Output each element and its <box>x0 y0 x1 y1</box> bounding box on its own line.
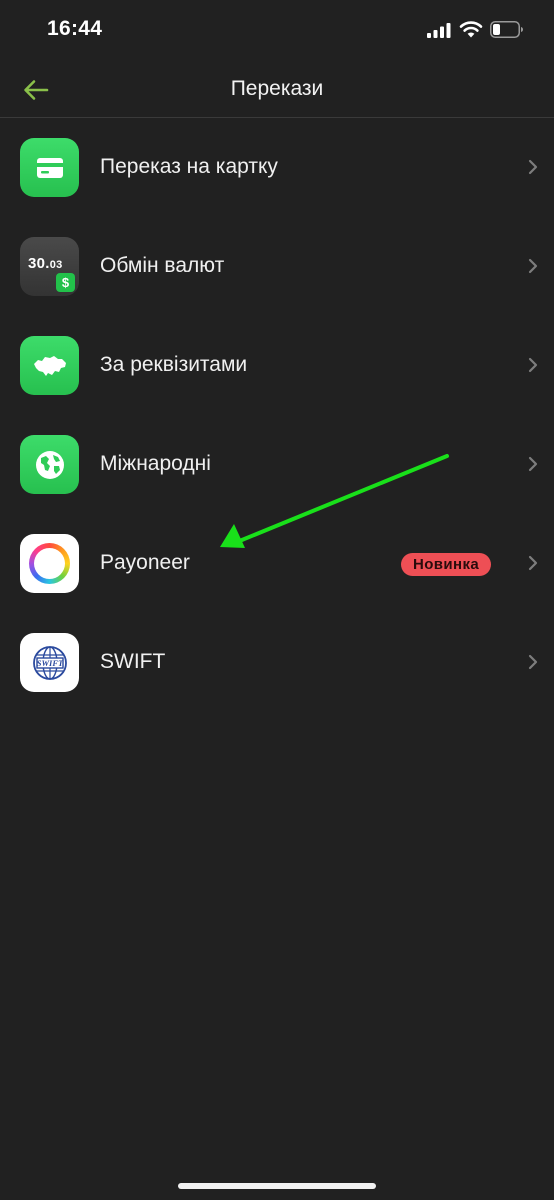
chevron-right-icon <box>528 654 538 670</box>
payoneer-item[interactable]: Payoneer Новинка <box>0 514 554 613</box>
payoneer-ring-icon <box>20 534 79 593</box>
chevron-right-icon <box>528 555 538 571</box>
ukraine-map-icon <box>20 336 79 395</box>
list-item-label: За реквізитами <box>100 353 248 376</box>
swift-logo-icon: SWIFT <box>20 633 79 692</box>
dollar-icon: $ <box>56 273 75 292</box>
cellular-signal-icon <box>427 23 451 38</box>
transfers-screen: 16:44 Перекази Переказ на картку 30.03 $… <box>0 0 554 1200</box>
swift-logo-text: SWIFT <box>36 658 63 668</box>
home-indicator[interactable] <box>178 1183 376 1189</box>
status-bar: 16:44 <box>0 0 554 62</box>
globe-icon <box>20 435 79 494</box>
currency-exchange-item[interactable]: 30.03 $ Обмін валют <box>0 217 554 316</box>
chevron-right-icon <box>528 159 538 175</box>
currency-rate-icon: 30.03 $ <box>20 237 79 296</box>
new-badge: Новинка <box>401 553 492 576</box>
chevron-right-icon <box>528 357 538 373</box>
list-item-label: Payoneer <box>100 551 190 574</box>
page-title: Перекази <box>230 77 324 100</box>
transfer-by-details-item[interactable]: За реквізитами <box>0 316 554 415</box>
list-item-label: Обмін валют <box>100 254 225 277</box>
list-item-label: SWIFT <box>100 650 166 673</box>
wifi-icon <box>459 21 483 38</box>
list-item-label: Міжнародні <box>100 452 211 475</box>
status-time: 16:44 <box>47 17 103 40</box>
battery-icon <box>490 21 523 38</box>
international-transfer-item[interactable]: Міжнародні <box>0 415 554 514</box>
navigation-bar: Перекази <box>0 62 554 118</box>
list-item-label: Переказ на картку <box>100 155 278 178</box>
transfer-options-list: Переказ на картку 30.03 $ Обмін валют За… <box>0 118 554 712</box>
swift-transfer-item[interactable]: SWIFT SWIFT <box>0 613 554 712</box>
chevron-right-icon <box>528 258 538 274</box>
chevron-right-icon <box>528 456 538 472</box>
transfer-to-card-item[interactable]: Переказ на картку <box>0 118 554 217</box>
exchange-rate-text: 30.03 <box>28 255 63 272</box>
card-icon <box>20 138 79 197</box>
